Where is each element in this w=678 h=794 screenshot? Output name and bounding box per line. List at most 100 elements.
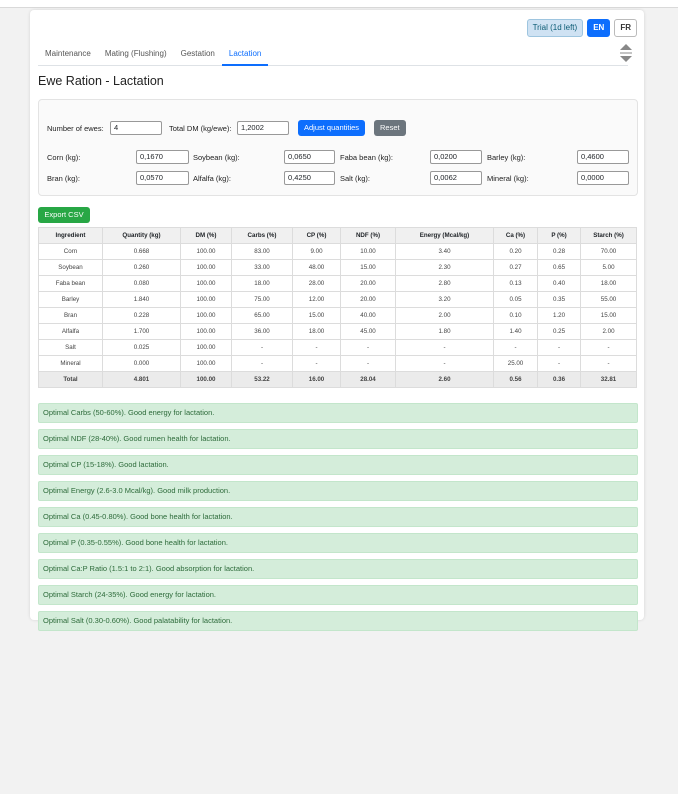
ration-input-panel: Number of ewes: 4 Total DM (kg/ewe): 1,2…: [38, 99, 638, 196]
table-cell: 100.00: [180, 291, 232, 308]
table-cell: -: [580, 339, 637, 356]
table-cell: 65.00: [231, 307, 293, 324]
alert-message: Optimal Salt (0.30-0.60%). Good palatabi…: [38, 611, 638, 631]
ewes-input[interactable]: 4: [110, 121, 162, 135]
total-dm-label: Total DM (kg/ewe):: [169, 124, 232, 133]
table-cell: 0.25: [537, 323, 581, 340]
table-cell: 100.00: [180, 243, 232, 260]
table-cell: 12.00: [292, 291, 341, 308]
mineral-input[interactable]: 0,0000: [577, 171, 629, 185]
table-cell: 3.40: [395, 243, 494, 260]
bran-input[interactable]: 0,0570: [136, 171, 189, 185]
table-cell: 0.000: [102, 355, 181, 372]
col-carbs: Carbs (%): [231, 227, 293, 244]
alert-message: Optimal NDF (28-40%). Good rumen health …: [38, 429, 638, 449]
table-cell: 2.00: [395, 307, 494, 324]
lang-fr-button[interactable]: FR: [614, 19, 637, 37]
sort-arrows-icon[interactable]: [620, 43, 632, 63]
table-cell: 15.00: [340, 259, 396, 276]
table-cell: 1.80: [395, 323, 494, 340]
corn-input[interactable]: 0,1670: [136, 150, 189, 164]
table-cell: 55.00: [580, 291, 637, 308]
table-cell: 4.801: [102, 371, 181, 388]
browser-top-bar: [0, 0, 678, 8]
table-cell: Corn: [38, 243, 103, 260]
trial-badge: Trial (1d left): [526, 19, 584, 37]
table-cell: -: [537, 339, 581, 356]
col-dm: DM (%): [180, 227, 232, 244]
table-row: Salt 0.025 100.00- - - - - - -: [38, 339, 637, 356]
tab-lactation[interactable]: Lactation: [221, 46, 269, 66]
lang-en-button[interactable]: EN: [587, 19, 611, 37]
table-cell: Total: [38, 371, 103, 388]
tab-mating[interactable]: Mating (Flushing): [98, 46, 174, 64]
alert-message: Optimal P (0.35-0.55%). Good bone health…: [38, 533, 638, 553]
ration-table: Ingredient Quantity (kg) DM (%) Carbs (%…: [38, 227, 637, 388]
stage-tabs: Maintenance Mating (Flushing) Gestation …: [38, 46, 628, 66]
table-cell: 0.40: [537, 275, 581, 292]
table-cell: Bran: [38, 307, 103, 324]
alert-message: Optimal Starch (24-35%). Good energy for…: [38, 585, 638, 605]
export-csv-button[interactable]: Export CSV: [38, 207, 90, 223]
table-cell: 32.81: [580, 371, 637, 388]
faba-bean-input[interactable]: 0,0200: [430, 150, 482, 164]
table-cell: 28.04: [340, 371, 396, 388]
table-cell: 0.13: [493, 275, 538, 292]
table-cell: 1.20: [537, 307, 581, 324]
soybean-label: Soybean (kg):: [193, 153, 240, 162]
table-cell: 100.00: [180, 307, 232, 324]
total-dm-input[interactable]: 1,2002: [237, 121, 289, 135]
table-cell: 3.20: [395, 291, 494, 308]
table-cell: -: [580, 355, 637, 372]
alert-message: Optimal Ca (0.45-0.80%). Good bone healt…: [38, 507, 638, 527]
col-ca: Ca (%): [493, 227, 538, 244]
main-card: Trial (1d left) EN FR Maintenance Mating…: [30, 10, 644, 631]
alfalfa-input[interactable]: 0,4250: [284, 171, 335, 185]
table-cell: 75.00: [231, 291, 293, 308]
table-cell: 5.00: [580, 259, 637, 276]
table-cell: Soybean: [38, 259, 103, 276]
table-row: Corn 0.668 100.00 83.00 9.00 10.00 3.40 0.20 0.2…: [38, 243, 637, 260]
table-cell: 45.00: [340, 323, 396, 340]
table-cell: 20.00: [340, 275, 396, 292]
table-cell: 100.00: [180, 259, 232, 276]
table-cell: 2.80: [395, 275, 494, 292]
table-cell: 0.080: [102, 275, 181, 292]
table-row: Soybean 0.260 100.00 33.00 48.00 15.00 2.30 0.2…: [38, 259, 637, 276]
table-cell: 0.65: [537, 259, 581, 276]
table-cell: 2.60: [395, 371, 494, 388]
alert-message: Optimal CP (15-18%). Good lactation.: [38, 455, 638, 475]
barley-input[interactable]: 0,4600: [577, 150, 629, 164]
table-cell: 2.00: [580, 323, 637, 340]
table-cell: 18.00: [292, 323, 341, 340]
bran-label: Bran (kg):: [47, 174, 80, 183]
table-row: Bran 0.228 100.00 65.00 15.00 40.00 2.00 0.10 1.…: [38, 307, 637, 324]
table-total-row: Total 4.801 100.00 53.22 16.00 28.04 2.60 0.56 0…: [38, 371, 637, 388]
table-cell: 40.00: [340, 307, 396, 324]
table-cell: -: [340, 339, 396, 356]
table-cell: 0.36: [537, 371, 581, 388]
table-cell: 10.00: [340, 243, 396, 260]
table-cell: 9.00: [292, 243, 341, 260]
table-cell: 28.00: [292, 275, 341, 292]
tab-maintenance[interactable]: Maintenance: [38, 46, 98, 64]
table-row: Alfalfa 1.700 100.00 36.00 18.00 45.00 1.80 1.4…: [38, 323, 637, 340]
soybean-input[interactable]: 0,0650: [284, 150, 335, 164]
table-cell: 2.30: [395, 259, 494, 276]
col-energy: Energy (Mcal/kg): [395, 227, 494, 244]
table-cell: -: [340, 355, 396, 372]
adjust-quantities-button[interactable]: Adjust quantities: [298, 120, 366, 136]
reset-button[interactable]: Reset: [374, 120, 406, 136]
table-cell: 15.00: [292, 307, 341, 324]
table-cell: 70.00: [580, 243, 637, 260]
barley-label: Barley (kg):: [487, 153, 526, 162]
table-row: Mineral 0.000 100.00- - - -25.00- -: [38, 355, 637, 372]
tab-gestation[interactable]: Gestation: [174, 46, 222, 64]
alert-message: Optimal Energy (2.6-3.0 Mcal/kg). Good m…: [38, 481, 638, 501]
page-title: Ewe Ration - Lactation: [38, 74, 164, 88]
salt-input[interactable]: 0,0062: [430, 171, 482, 185]
table-cell: 18.00: [231, 275, 293, 292]
table-cell: 0.025: [102, 339, 181, 356]
salt-label: Salt (kg):: [340, 174, 371, 183]
col-p: P (%): [537, 227, 581, 244]
